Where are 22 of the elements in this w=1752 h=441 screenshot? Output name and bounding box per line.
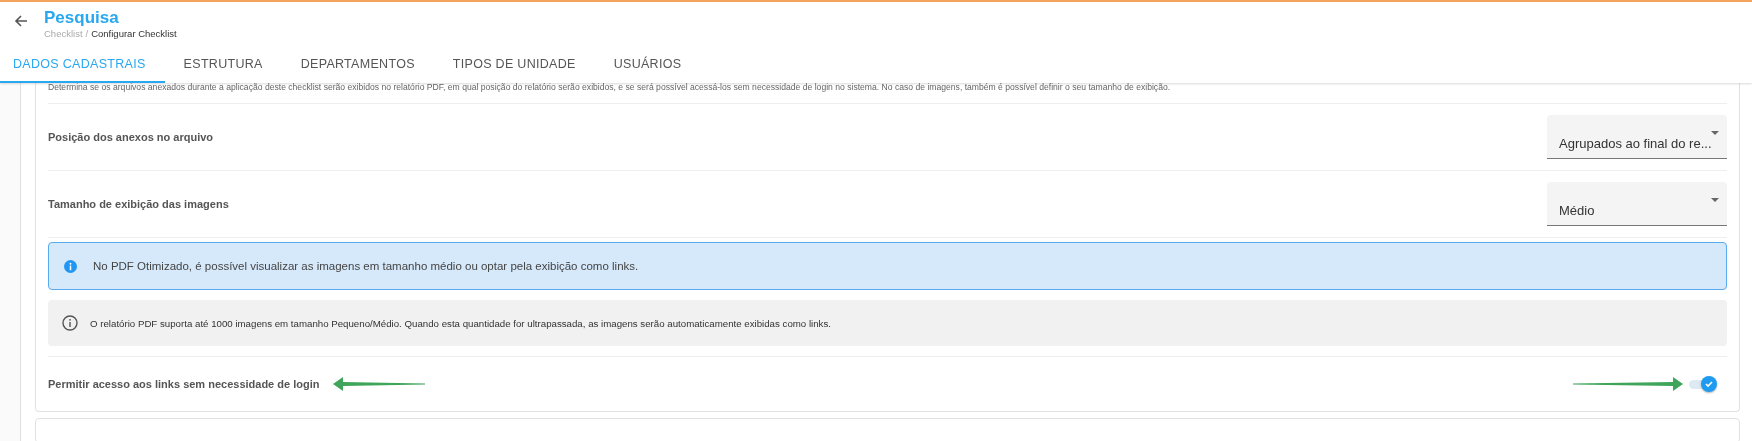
breadcrumb-item: Configurar Checklist [91,28,177,39]
toggle-switch[interactable] [1687,375,1717,393]
tab[interactable]: DEPARTAMENTOS [281,49,434,83]
tab[interactable]: ESTRUTURA [164,49,282,83]
note-text: O relatório PDF suporta até 1000 imagens em tamanho Pequeno/Médio. Quando esta quantidade for ultrapassada, as imagens serão automaticamente exibidas como links. [90,317,831,329]
check-icon [1704,379,1714,389]
info-icon [62,315,78,331]
info-text: No PDF Otimizado, é possível visualizar as imagens em tamanho médio ou optar pela exibição como links. [93,260,639,272]
tab[interactable]: TIPOS DE UNIDADE [433,49,595,83]
description-text: Determina se os arquivos anexados durante a aplicação deste checklist serão exibidos no relatório PDF, em qual posição do relatório serão exibidos, e se será possível acessá-los sem necessidade de login no sistema. No caso de imagens, também é possível definir o seu tamanho de exibição. [48,83,1727,104]
back-icon[interactable] [14,13,28,28]
caret-icon [1711,131,1719,135]
breadcrumb-separator: / [85,28,89,39]
select-field[interactable]: Agrupados ao final do re... [1547,115,1727,159]
setting-label: Posição dos anexos no arquivo [48,131,214,143]
setting-label: Tamanho de exibição das imagens [48,198,229,210]
info-icon [64,259,77,273]
tab[interactable]: USUÁRIOS [594,49,701,83]
page-title: Pesquisa [44,8,120,28]
select-field[interactable]: Médio [1547,182,1727,226]
caret-icon [1711,198,1719,202]
setting-label: Permitir acesso aos links sem necessidade de login [48,378,320,390]
